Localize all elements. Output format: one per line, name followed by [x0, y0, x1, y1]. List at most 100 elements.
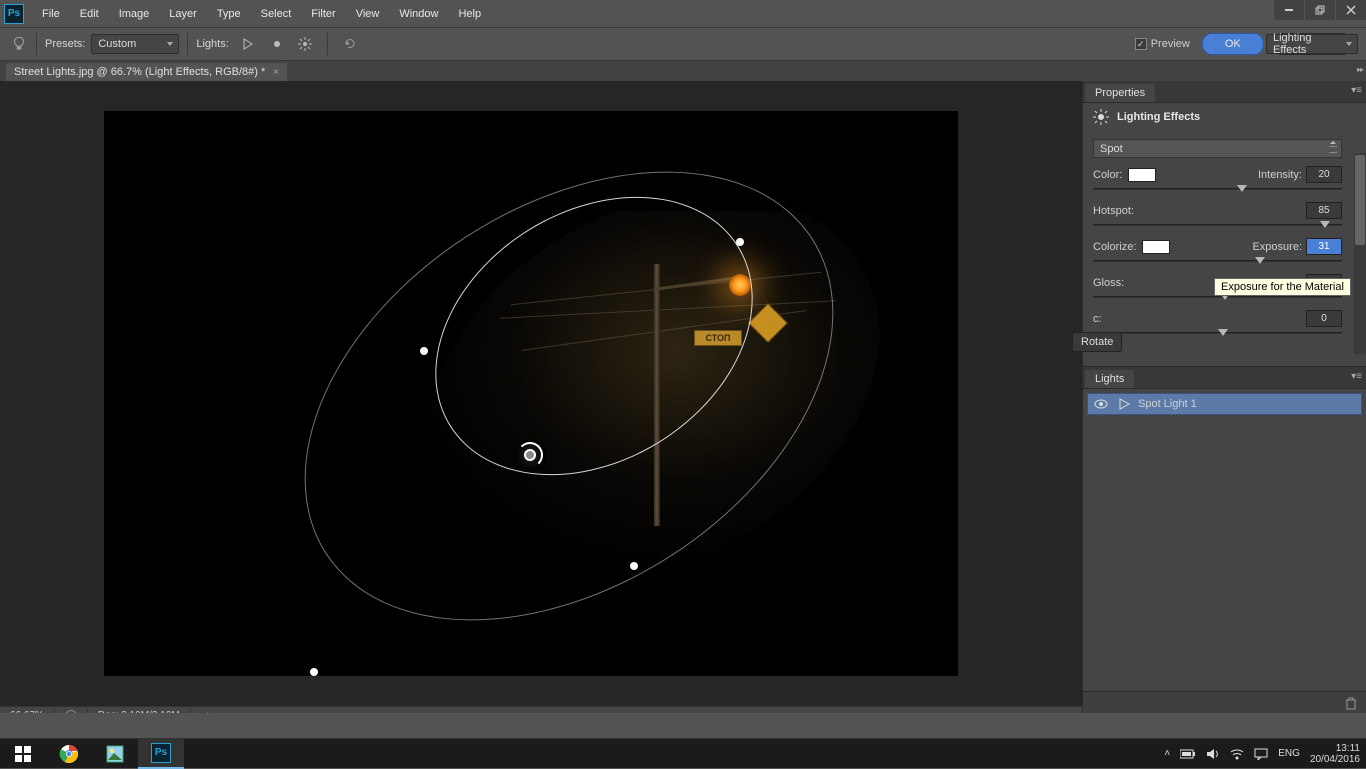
workspace: СТОП 66.67% Doc: 3.10M/3.10M ▸▸ Prop — [0, 81, 1366, 713]
photoshop-icon: Ps — [151, 743, 171, 763]
canvas[interactable]: СТОП — [104, 111, 958, 676]
menu-window[interactable]: Window — [389, 4, 448, 24]
color-swatch[interactable] — [1128, 168, 1156, 182]
document-tab-title: Street Lights.jpg @ 66.7% (Light Effects… — [14, 66, 265, 78]
hotspot-slider[interactable] — [1093, 222, 1342, 228]
panel-menu-icon[interactable]: ▾≡ — [1351, 85, 1362, 96]
add-infinite-light-button[interactable] — [293, 33, 317, 55]
menu-filter[interactable]: Filter — [301, 4, 345, 24]
properties-tab[interactable]: Properties — [1085, 84, 1155, 102]
preview-checkbox[interactable]: Preview — [1135, 38, 1190, 50]
exposure-tooltip: Exposure for the Material — [1214, 278, 1351, 296]
spot-light-icon — [242, 37, 256, 51]
window-restore-button[interactable] — [1305, 0, 1335, 20]
battery-icon[interactable] — [1180, 748, 1196, 760]
light-handle[interactable] — [310, 668, 318, 676]
visibility-icon[interactable] — [1094, 397, 1108, 411]
colorize-swatch[interactable] — [1142, 240, 1170, 254]
collapse-panels-icon[interactable]: ▸▸ — [1357, 65, 1363, 74]
metallic-input[interactable]: 0 — [1306, 310, 1342, 327]
presets-dropdown[interactable]: Custom — [91, 34, 179, 54]
document-tab-bar: Street Lights.jpg @ 66.7% (Light Effects… — [0, 61, 1366, 81]
menu-type[interactable]: Type — [207, 4, 251, 24]
properties-title: Lighting Effects — [1117, 111, 1200, 123]
taskbar-photoshop[interactable]: Ps — [138, 739, 184, 769]
lighting-tool-icon — [10, 35, 28, 53]
color-label: Color: — [1093, 169, 1122, 181]
menu-view[interactable]: View — [346, 4, 390, 24]
trash-icon[interactable] — [1344, 696, 1358, 710]
properties-scrollbar[interactable] — [1354, 153, 1366, 354]
canvas-area[interactable]: СТОП 66.67% Doc: 3.10M/3.10M — [0, 81, 1082, 713]
checkbox-icon — [1135, 38, 1147, 50]
spot-light-icon — [1118, 397, 1132, 411]
light-handle[interactable] — [736, 238, 744, 246]
lights-panel: Lights ▾≡ Spot Light 1 — [1083, 366, 1366, 415]
action-center-icon[interactable] — [1254, 748, 1268, 760]
window-minimize-button[interactable] — [1274, 0, 1304, 20]
menu-help[interactable]: Help — [448, 4, 491, 24]
infinite-light-icon — [298, 37, 312, 51]
lighting-effects-icon — [1093, 109, 1109, 125]
globe-icon — [65, 710, 77, 714]
statusbar-menu-arrow[interactable] — [207, 712, 212, 714]
start-button[interactable] — [0, 739, 46, 769]
menu-file[interactable]: File — [32, 4, 70, 24]
metallic-slider[interactable] — [1093, 330, 1342, 336]
point-light-icon — [270, 37, 284, 51]
doc-size: Doc: 3.10M/3.10M — [98, 710, 180, 713]
intensity-slider[interactable] — [1093, 186, 1342, 192]
lights-tab[interactable]: Lights — [1085, 370, 1134, 388]
light-list-item[interactable]: Spot Light 1 — [1087, 393, 1362, 415]
status-bar: 66.67% Doc: 3.10M/3.10M — [0, 706, 1082, 713]
taskbar: Ps ˄ ENG 13:11 20/04/2016 — [0, 738, 1366, 768]
intensity-label: Intensity: — [1258, 169, 1302, 181]
workspace-dropdown[interactable]: Lighting Effects — [1266, 34, 1358, 54]
panel-menu-icon[interactable]: ▾≡ — [1351, 371, 1362, 382]
tray-chevron-icon[interactable]: ˄ — [1164, 748, 1170, 759]
taskbar-image-viewer[interactable] — [92, 739, 138, 769]
add-point-light-button[interactable] — [265, 33, 289, 55]
menu-edit[interactable]: Edit — [70, 4, 109, 24]
rotate-tooltip: Rotate — [1072, 332, 1122, 352]
keyboard-language[interactable]: ENG — [1278, 748, 1300, 759]
light-name: Spot Light 1 — [1138, 398, 1197, 410]
hotspot-input[interactable]: 85 — [1306, 202, 1342, 219]
panels: ▸▸ Properties ▾≡ Lighting Effects Spot C… — [1082, 81, 1366, 713]
reset-button[interactable] — [338, 33, 362, 55]
restore-icon — [1315, 5, 1325, 15]
window-close-button[interactable] — [1336, 0, 1366, 20]
menu-image[interactable]: Image — [109, 4, 160, 24]
exposure-slider[interactable] — [1093, 258, 1342, 264]
document-tab[interactable]: Street Lights.jpg @ 66.7% (Light Effects… — [6, 63, 287, 81]
menu-select[interactable]: Select — [251, 4, 302, 24]
volume-icon[interactable] — [1206, 747, 1220, 761]
minimize-icon — [1284, 5, 1294, 15]
image-icon — [106, 745, 124, 763]
light-type-dropdown[interactable]: Spot — [1093, 139, 1342, 158]
light-center-gizmo[interactable] — [514, 439, 546, 471]
reset-icon — [343, 37, 357, 51]
close-tab-button[interactable]: × — [273, 67, 279, 78]
exposure-input[interactable]: 31 — [1306, 238, 1342, 255]
taskbar-chrome[interactable] — [46, 739, 92, 769]
zoom-level[interactable]: 66.67% — [10, 710, 44, 713]
wifi-icon[interactable] — [1230, 748, 1244, 760]
metallic-label: c: — [1093, 313, 1102, 325]
properties-tab-row: Properties ▾≡ — [1083, 81, 1366, 103]
menu-layer[interactable]: Layer — [159, 4, 207, 24]
hotspot-label: Hotspot: — [1093, 205, 1134, 217]
menubar: Ps File Edit Image Layer Type Select Fil… — [0, 0, 1366, 27]
lights-label: Lights: — [196, 38, 228, 50]
intensity-input[interactable]: 20 — [1306, 166, 1342, 183]
app-logo: Ps — [4, 4, 24, 24]
taskbar-clock[interactable]: 13:11 20/04/2016 — [1310, 743, 1360, 765]
light-handle[interactable] — [420, 347, 428, 355]
properties-header: Lighting Effects — [1083, 103, 1366, 131]
presets-label: Presets: — [45, 38, 85, 50]
exposure-label: Exposure: — [1252, 241, 1302, 253]
panels-footer — [1083, 691, 1366, 713]
light-handle[interactable] — [630, 562, 638, 570]
ok-button[interactable]: OK — [1202, 33, 1264, 55]
add-spot-light-button[interactable] — [237, 33, 261, 55]
